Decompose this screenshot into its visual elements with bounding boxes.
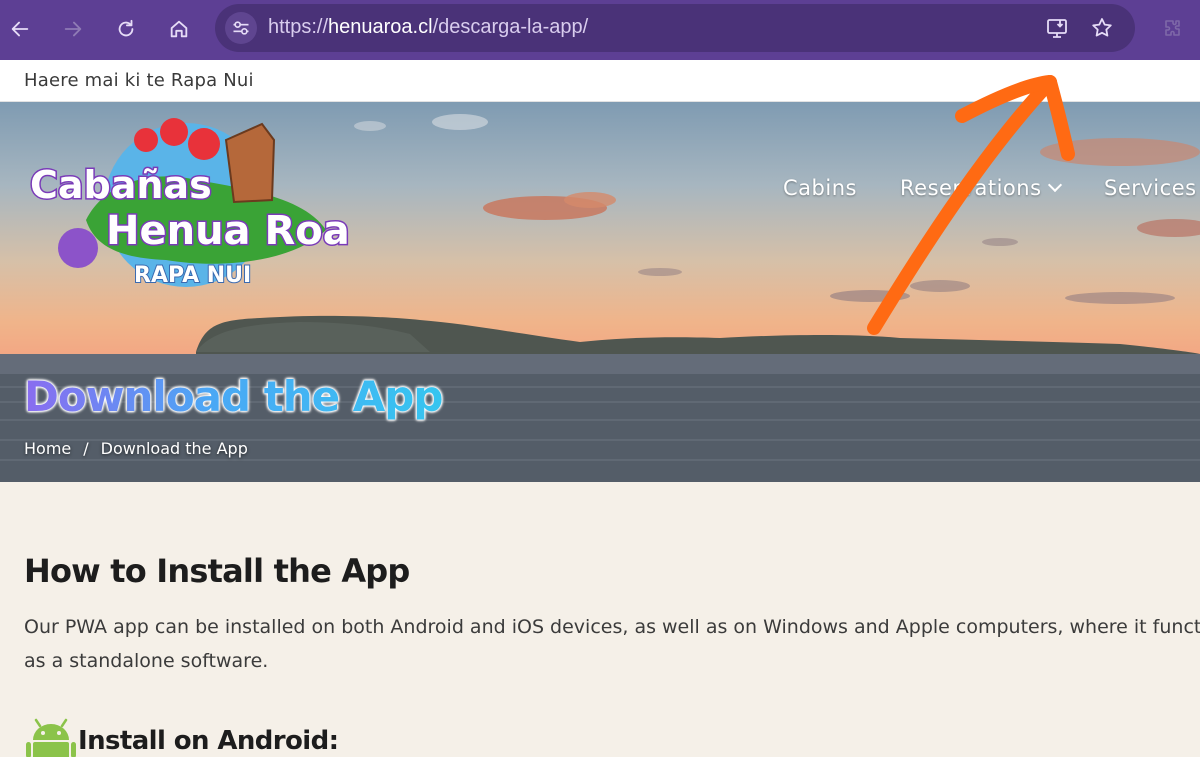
breadcrumb-separator: / (83, 439, 89, 458)
extensions-button[interactable] (1158, 14, 1188, 44)
address-bar[interactable]: https://henuaroa.cl/descarga-la-app/ (215, 4, 1135, 52)
url-scheme: https:// (268, 16, 329, 38)
install-app-button[interactable] (1043, 14, 1071, 42)
logo-line3: RAPA NUI (134, 263, 251, 288)
logo-line2: Henua Roa (106, 208, 350, 254)
android-icon (26, 718, 76, 757)
page-title: Download the App (24, 372, 443, 421)
chevron-down-icon (1047, 177, 1062, 193)
nav-item-services[interactable]: Services (1104, 176, 1197, 200)
arrow-right-icon (64, 21, 82, 37)
nav-label: Reservations (900, 176, 1042, 200)
install-description: Our PWA app can be installed on both And… (24, 610, 1200, 678)
nav-item-reservations[interactable]: Reservations (900, 176, 1062, 200)
henua-roa-logo[interactable]: Cabañas Henua Roa RAPA NUI (26, 110, 356, 300)
breadcrumb-current: Download the App (100, 439, 248, 458)
reload-button[interactable] (109, 12, 143, 46)
nav-item-cabins[interactable]: Cabins (783, 176, 857, 200)
url-text[interactable]: https://henuaroa.cl/descarga-la-app/ (268, 16, 588, 39)
url-path: /descarga-la-app/ (432, 16, 589, 38)
hero-banner: Cabañas Henua Roa RAPA NUI Cabins Reserv… (0, 102, 1200, 482)
home-button[interactable] (162, 12, 196, 46)
reload-icon (118, 19, 134, 37)
logo-line1: Cabañas (30, 163, 212, 207)
back-button[interactable] (3, 12, 37, 46)
puzzle-icon (1165, 20, 1180, 36)
breadcrumb: Home / Download the App (24, 439, 248, 458)
android-install-heading: Install on Android: (78, 726, 339, 756)
top-greeting-bar: Haere mai ki te Rapa Nui (0, 60, 1200, 102)
install-app-icon (1047, 19, 1067, 38)
site-info-button[interactable] (225, 12, 257, 44)
forward-button[interactable] (56, 12, 90, 46)
install-heading: How to Install the App (24, 552, 410, 590)
tune-icon (233, 21, 249, 35)
star-icon (1092, 18, 1112, 37)
nav-label: Cabins (783, 176, 857, 200)
description-line2: as a standalone software. (24, 650, 269, 672)
arrow-left-icon (11, 21, 29, 37)
nav-label: Services (1104, 176, 1197, 200)
url-host: henuaroa.cl (328, 16, 433, 38)
description-line1: Our PWA app can be installed on both And… (24, 616, 1200, 638)
breadcrumb-home-link[interactable]: Home (24, 439, 71, 458)
home-icon (170, 20, 188, 38)
greeting-text: Haere mai ki te Rapa Nui (24, 70, 254, 91)
browser-toolbar: https://henuaroa.cl/descarga-la-app/ (0, 0, 1200, 60)
bookmark-button[interactable] (1088, 14, 1116, 42)
